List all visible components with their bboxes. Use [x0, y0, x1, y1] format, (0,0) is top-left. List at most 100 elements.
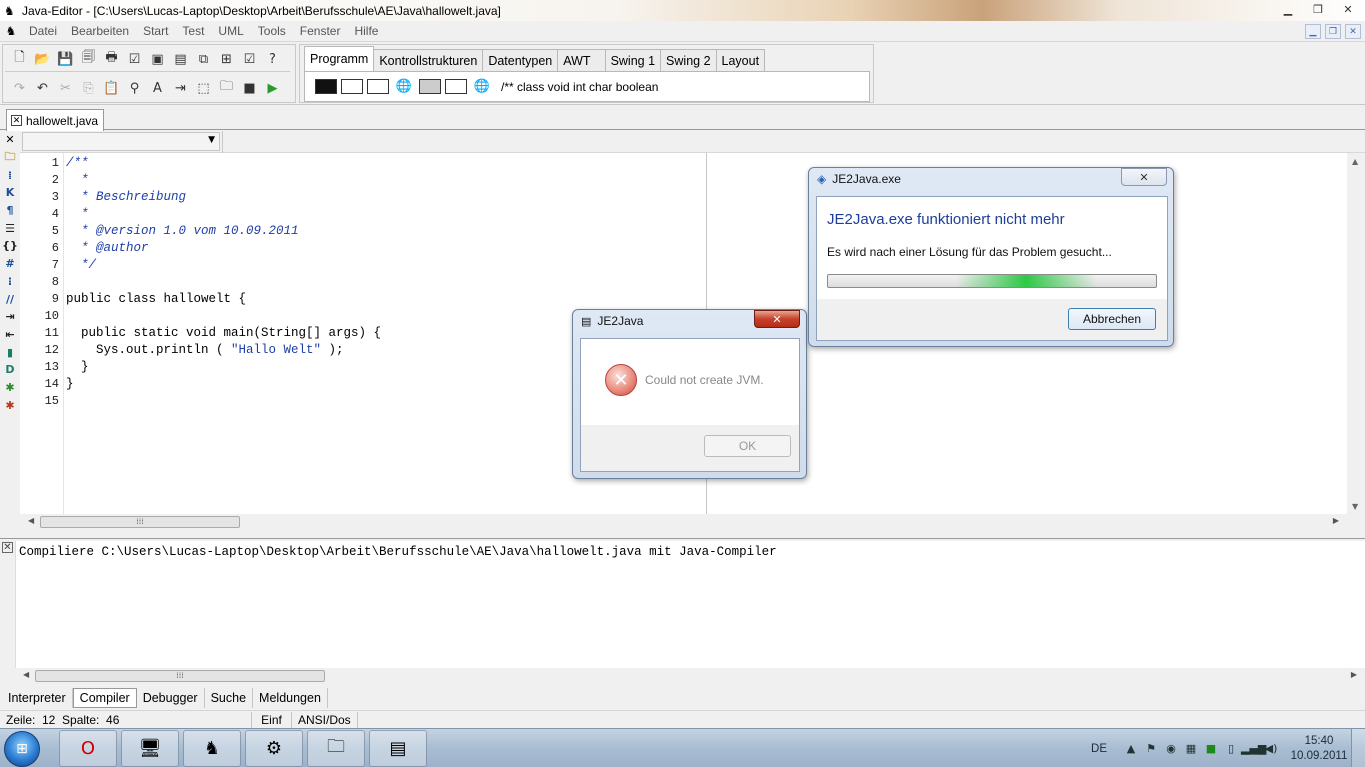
- tab-datentypen[interactable]: Datentypen: [482, 49, 559, 71]
- dialog-close-button[interactable]: ✕: [1121, 168, 1167, 186]
- indent-less-icon[interactable]: ⇤: [0, 326, 20, 344]
- braces-icon[interactable]: {}: [0, 237, 20, 255]
- scroll-right-icon[interactable]: ▶: [1351, 670, 1357, 679]
- indent-more-icon[interactable]: ⇥: [0, 308, 20, 326]
- comment-icon[interactable]: //: [0, 290, 20, 308]
- keyword-list[interactable]: /** class void int char boolean: [501, 80, 658, 94]
- tab-kontrollstrukturen[interactable]: Kontrollstrukturen: [373, 49, 484, 71]
- language-indicator[interactable]: DE: [1091, 743, 1107, 755]
- jar-icon[interactable]: ▣: [146, 48, 169, 70]
- doc-close-icon[interactable]: ✕: [1345, 24, 1361, 39]
- taskbar-explorer[interactable]: 🗀: [307, 730, 365, 767]
- check-icon[interactable]: ☑: [123, 48, 146, 70]
- block-icon[interactable]: ▮: [0, 343, 20, 361]
- console-app-icon[interactable]: [315, 79, 337, 94]
- paragraph-icon[interactable]: ¶: [0, 202, 20, 220]
- checklist-icon[interactable]: ☑: [238, 48, 261, 70]
- tab-suche[interactable]: Suche: [205, 688, 254, 708]
- class-icon[interactable]: ▤: [169, 48, 192, 70]
- k-icon[interactable]: K: [0, 184, 20, 202]
- japplet-globe-icon[interactable]: 🌐: [469, 77, 495, 97]
- taskbar-steam[interactable]: ⚙: [245, 730, 303, 767]
- scroll-left-icon[interactable]: ◀: [23, 670, 29, 679]
- taskbar-opera[interactable]: O: [59, 730, 117, 767]
- paste-icon[interactable]: 📋: [100, 77, 123, 99]
- dialog-close-button[interactable]: ✕: [754, 310, 800, 328]
- menu-start[interactable]: Start: [136, 24, 175, 38]
- scroll-down-icon[interactable]: ▼: [1352, 502, 1358, 511]
- clock[interactable]: 15:40 10.09.2011: [1287, 734, 1351, 764]
- browse-icon[interactable]: 🗀: [215, 77, 238, 99]
- scroll-left-icon[interactable]: ◀: [28, 516, 34, 525]
- volume-icon[interactable]: ◀): [1261, 742, 1281, 755]
- colon-icon[interactable]: ⁝: [0, 273, 20, 291]
- new-file-icon[interactable]: 🗋: [8, 48, 31, 70]
- message-output[interactable]: Compiliere C:\Users\Lucas-Laptop\Desktop…: [15, 541, 1365, 669]
- scroll-up-icon[interactable]: ▲: [1352, 157, 1358, 166]
- save-icon[interactable]: 💾: [54, 48, 77, 70]
- signal-icon[interactable]: ▂▄▆: [1241, 742, 1266, 755]
- tab-layout[interactable]: Layout: [715, 49, 766, 71]
- message-horizontal-scrollbar[interactable]: ◀ ⁞⁞⁞ ▶: [15, 668, 1365, 684]
- close-messages-icon[interactable]: ✕: [2, 542, 13, 553]
- tab-awt[interactable]: AWT: [557, 49, 606, 71]
- scroll-right-icon[interactable]: ▶: [1333, 516, 1339, 525]
- taskbar-java-editor[interactable]: ♞: [183, 730, 241, 767]
- action-center-icon[interactable]: ⚑: [1141, 742, 1161, 755]
- tab-interpreter[interactable]: Interpreter: [2, 688, 73, 708]
- stop-icon[interactable]: ■: [238, 77, 261, 99]
- jdialog-icon[interactable]: [445, 79, 467, 94]
- select-icon[interactable]: ⬚: [192, 77, 215, 99]
- list-icon[interactable]: ☰: [0, 219, 20, 237]
- copy-icon[interactable]: ⎘: [77, 77, 100, 99]
- save-all-icon[interactable]: 🗐: [77, 48, 100, 70]
- block-d-icon[interactable]: D: [0, 361, 20, 379]
- show-desktop-button[interactable]: [1351, 729, 1365, 767]
- run-icon[interactable]: ▶: [261, 77, 284, 99]
- uml-icon[interactable]: ⊞: [215, 48, 238, 70]
- taskbar-computer[interactable]: 🖥: [121, 730, 179, 767]
- maximize-icon[interactable]: ❐: [1303, 0, 1333, 18]
- bug-icon[interactable]: ✱: [0, 379, 20, 397]
- doc-restore-icon[interactable]: ❐: [1325, 24, 1341, 39]
- scroll-thumb[interactable]: ⁞⁞⁞: [40, 516, 240, 528]
- editor-vertical-scrollbar[interactable]: ▲ ▼: [1347, 153, 1365, 515]
- close-tab-icon[interactable]: ✕: [11, 115, 22, 126]
- frame-icon[interactable]: [341, 79, 363, 94]
- menu-uml[interactable]: UML: [211, 24, 250, 38]
- tab-hallowelt[interactable]: ✕ hallowelt.java: [6, 109, 105, 131]
- menu-datei[interactable]: Datei: [22, 24, 64, 38]
- member-select[interactable]: ▼: [22, 132, 220, 151]
- antivirus-icon[interactable]: ◉: [1161, 742, 1181, 755]
- editor-horizontal-scrollbar[interactable]: ◀ ⁞⁞⁞ ▶: [20, 514, 1347, 530]
- doc-minimize-icon[interactable]: ▁: [1305, 24, 1321, 39]
- tab-swing-2[interactable]: Swing 2: [660, 49, 717, 71]
- minimize-icon[interactable]: ▁: [1273, 0, 1303, 18]
- start-button[interactable]: ⊞: [4, 731, 40, 767]
- dots-icon[interactable]: ⁞: [0, 166, 20, 184]
- menu-tools[interactable]: Tools: [251, 24, 293, 38]
- hash-icon[interactable]: #: [0, 255, 20, 273]
- print-icon[interactable]: 🖶: [100, 48, 123, 70]
- menu-bearbeiten[interactable]: Bearbeiten: [64, 24, 136, 38]
- taskbar-window[interactable]: ▤: [369, 730, 427, 767]
- applet-globe-icon[interactable]: 🌐: [391, 77, 417, 97]
- undo-icon[interactable]: ↶: [31, 77, 54, 99]
- indent-icon[interactable]: ⇥: [169, 77, 192, 99]
- cut-icon[interactable]: ✂: [54, 77, 77, 99]
- menu-test[interactable]: Test: [175, 24, 211, 38]
- tab-programm[interactable]: Programm: [304, 46, 375, 71]
- help-icon[interactable]: ?: [261, 48, 284, 70]
- ok-button[interactable]: OK: [704, 435, 791, 457]
- scroll-thumb[interactable]: ⁞⁞⁞: [35, 670, 325, 682]
- bug-red-icon[interactable]: ✱: [0, 396, 20, 414]
- green-status-icon[interactable]: ■: [1201, 742, 1221, 755]
- redo-icon[interactable]: ↷: [8, 77, 31, 99]
- folder-icon[interactable]: 🗀: [0, 149, 20, 167]
- close-panel-icon[interactable]: ✕: [0, 131, 20, 149]
- menu-fenster[interactable]: Fenster: [293, 24, 348, 38]
- windows-icon[interactable]: ⧉: [192, 48, 215, 70]
- tab-meldungen[interactable]: Meldungen: [253, 688, 328, 708]
- tab-compiler[interactable]: Compiler: [72, 688, 137, 708]
- open-folder-icon[interactable]: 📂: [31, 48, 54, 70]
